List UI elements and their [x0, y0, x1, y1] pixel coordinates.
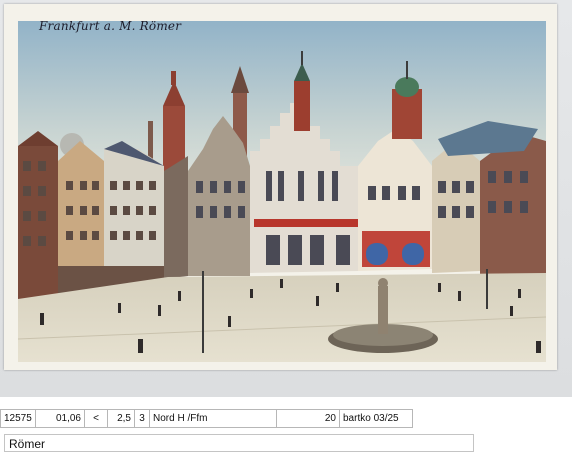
postcard: Frankfurt a. M. Römer — [4, 4, 557, 370]
record-info-table: 12575 01,06 < 2,5 3 Nord H /Ffm 20 bartk… — [0, 409, 413, 428]
record-id: 12575 — [0, 409, 36, 428]
record-title-field[interactable]: Römer — [4, 434, 474, 452]
record-quantity: 20 — [276, 409, 340, 428]
record-comparator: < — [84, 409, 108, 428]
record-location-code: Nord H /Ffm — [149, 409, 277, 428]
postcard-illustration — [18, 21, 546, 362]
record-row: 12575 01,06 < 2,5 3 Nord H /Ffm 20 bartk… — [0, 409, 413, 428]
postcard-caption: Frankfurt a. M. Römer — [39, 19, 182, 33]
record-grade: 2,5 — [107, 409, 135, 428]
record-count: 3 — [134, 409, 150, 428]
record-seller-ref: bartko 03/25 — [339, 409, 413, 428]
record-price: 01,06 — [35, 409, 85, 428]
scan-background: Frankfurt a. M. Römer — [0, 0, 572, 397]
